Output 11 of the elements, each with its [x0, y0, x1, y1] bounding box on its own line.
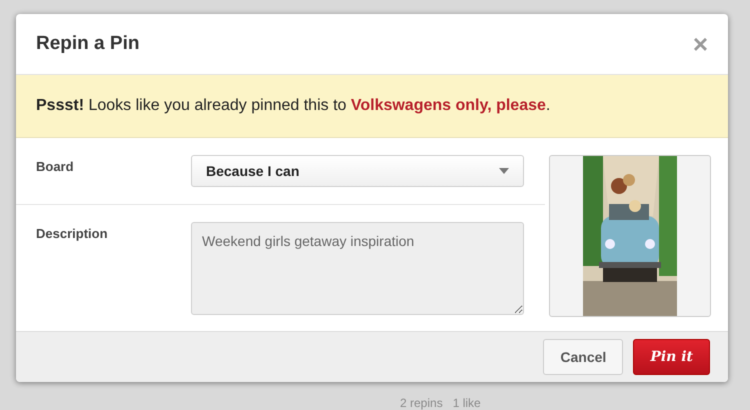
caret-icon: [499, 168, 509, 174]
close-button[interactable]: ×: [692, 31, 708, 57]
pin-it-button[interactable]: Pin it: [633, 339, 710, 375]
dialog-title: Repin a Pin: [36, 33, 140, 55]
description-label: Description: [36, 225, 109, 243]
description-field[interactable]: Weekend girls getaway inspiration: [191, 222, 524, 315]
pin-stats: 2 repins 1 like: [400, 396, 482, 410]
board-label: Board: [36, 158, 75, 176]
cancel-button[interactable]: Cancel: [543, 339, 624, 375]
board-select[interactable]: Because I can: [191, 155, 524, 187]
alert-message: Pssst! Looks like you already pinned this to Volkswagens only, please.: [36, 97, 550, 115]
